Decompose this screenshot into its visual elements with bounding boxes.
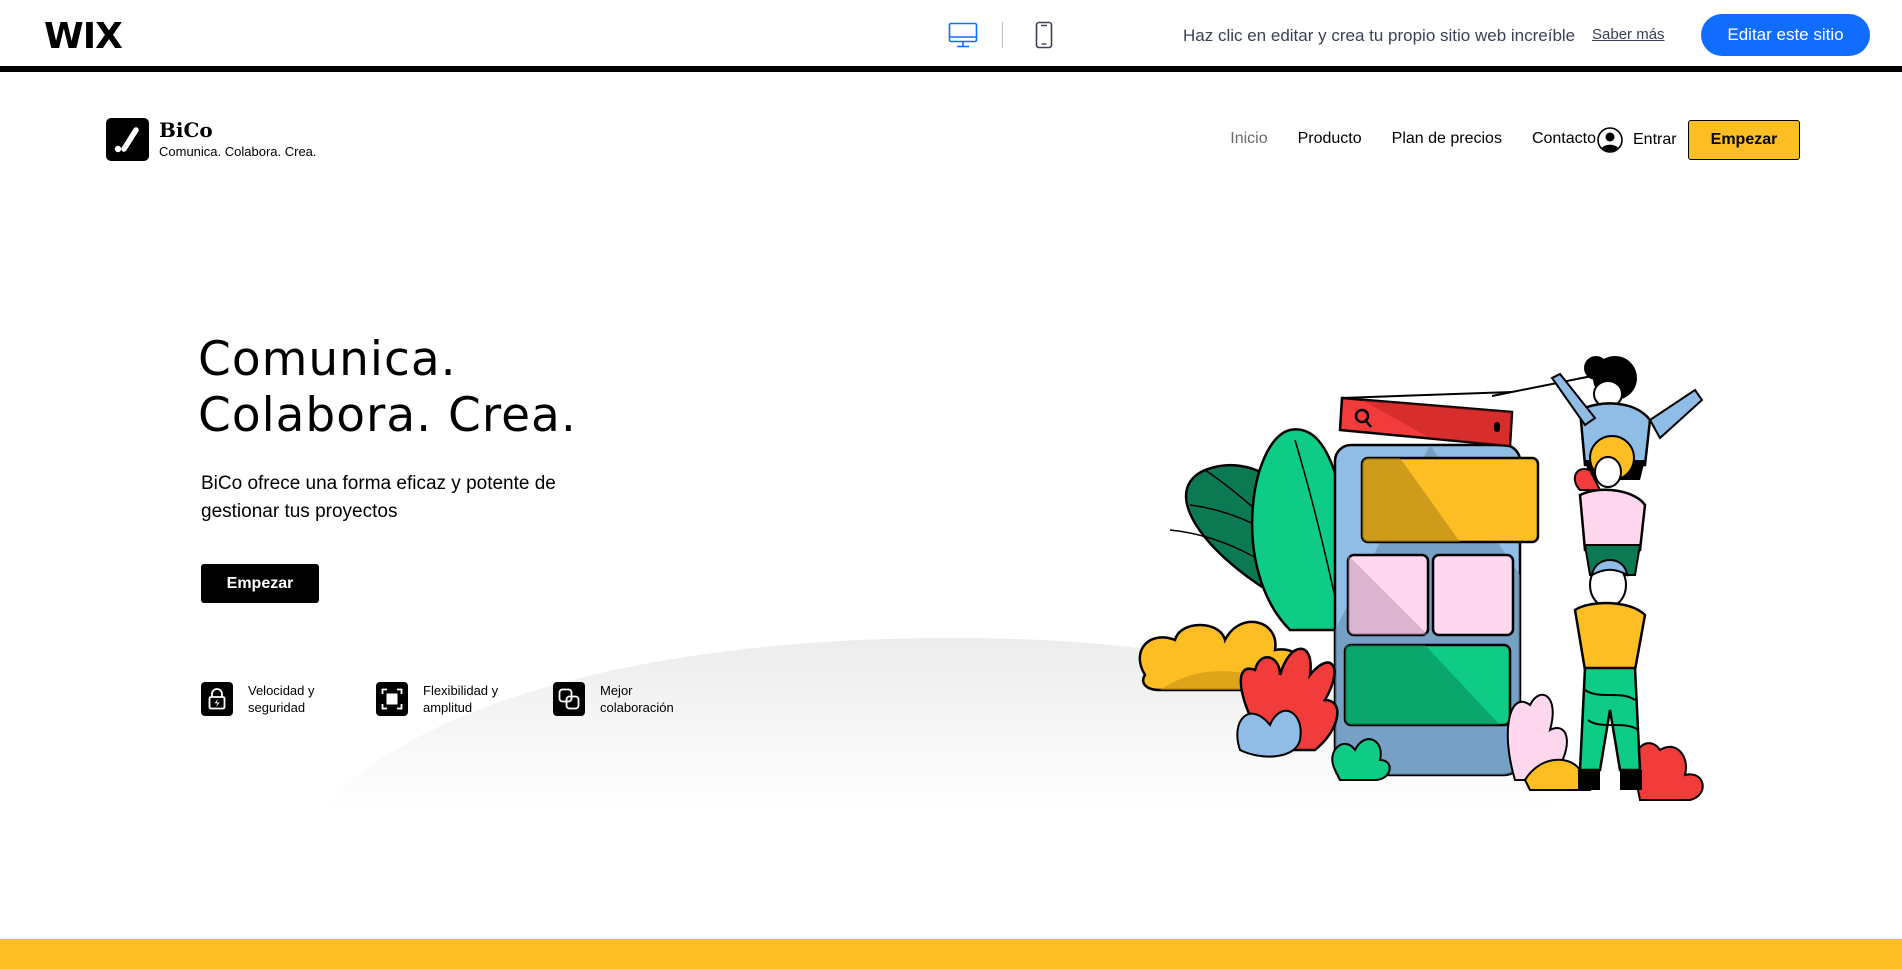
- feature-collaboration: Mejor colaboración: [553, 682, 688, 716]
- feature-label: Velocidad y seguridad: [248, 683, 315, 715]
- nav-item-plan-de-precios[interactable]: Plan de precios: [1392, 130, 1502, 148]
- login-label: Entrar: [1633, 131, 1677, 148]
- hero-start-button[interactable]: Empezar: [201, 564, 319, 603]
- desktop-view-button[interactable]: [946, 18, 980, 52]
- mobile-icon: [1035, 21, 1053, 49]
- nav-item-contacto[interactable]: Contacto: [1532, 130, 1596, 148]
- brand-name: BiCo: [159, 118, 213, 142]
- expand-square-icon: [376, 682, 408, 716]
- feature-label: Flexibilidad y amplitud: [423, 683, 499, 715]
- hero-title-line-1: Comunica.: [198, 332, 457, 387]
- view-toggle: [946, 18, 1061, 52]
- mobile-view-button[interactable]: [1027, 18, 1061, 52]
- brand[interactable]: BiCo Comunica. Colabora. Crea.: [106, 118, 317, 161]
- view-separator: [1002, 22, 1003, 48]
- feature-flexibility: Flexibilidad y amplitud: [376, 682, 513, 716]
- learn-more-link[interactable]: Saber más: [1592, 26, 1665, 43]
- desktop-icon: [948, 22, 978, 48]
- login-button[interactable]: Entrar: [1597, 127, 1677, 153]
- hero-title-line-2: Colabora. Crea.: [198, 388, 577, 443]
- feature-list: Velocidad y seguridad Flexibilidad y amp…: [201, 682, 728, 716]
- main-nav: Inicio Producto Plan de precios Contacto: [1200, 130, 1596, 148]
- wix-top-bar: WIX Haz clic en editar y crea tu propio …: [0, 0, 1902, 72]
- feature-speed-security: Velocidad y seguridad: [201, 682, 336, 716]
- header-start-button[interactable]: Empezar: [1688, 120, 1800, 160]
- nav-item-inicio[interactable]: Inicio: [1230, 130, 1267, 148]
- hero-description: BiCo ofrece una forma eficaz y potente d…: [201, 473, 556, 522]
- wix-promo-message: Haz clic en editar y crea tu propio siti…: [1183, 26, 1576, 45]
- overlap-squares-icon: [553, 682, 585, 716]
- user-avatar-icon: [1597, 127, 1623, 153]
- wix-logo[interactable]: WIX: [44, 16, 123, 57]
- edit-site-button[interactable]: Editar este sitio: [1701, 14, 1870, 56]
- nav-item-producto[interactable]: Producto: [1298, 130, 1362, 148]
- bottom-yellow-band: [0, 939, 1902, 969]
- hero-title: Comunica. Colabora. Crea.: [198, 332, 577, 444]
- hero-illustration: [1138, 356, 1704, 801]
- lock-bolt-icon: [201, 682, 233, 716]
- feature-label: Mejor colaboración: [600, 683, 674, 715]
- brand-logo-icon: [106, 118, 149, 161]
- brand-tagline: Comunica. Colabora. Crea.: [159, 144, 317, 159]
